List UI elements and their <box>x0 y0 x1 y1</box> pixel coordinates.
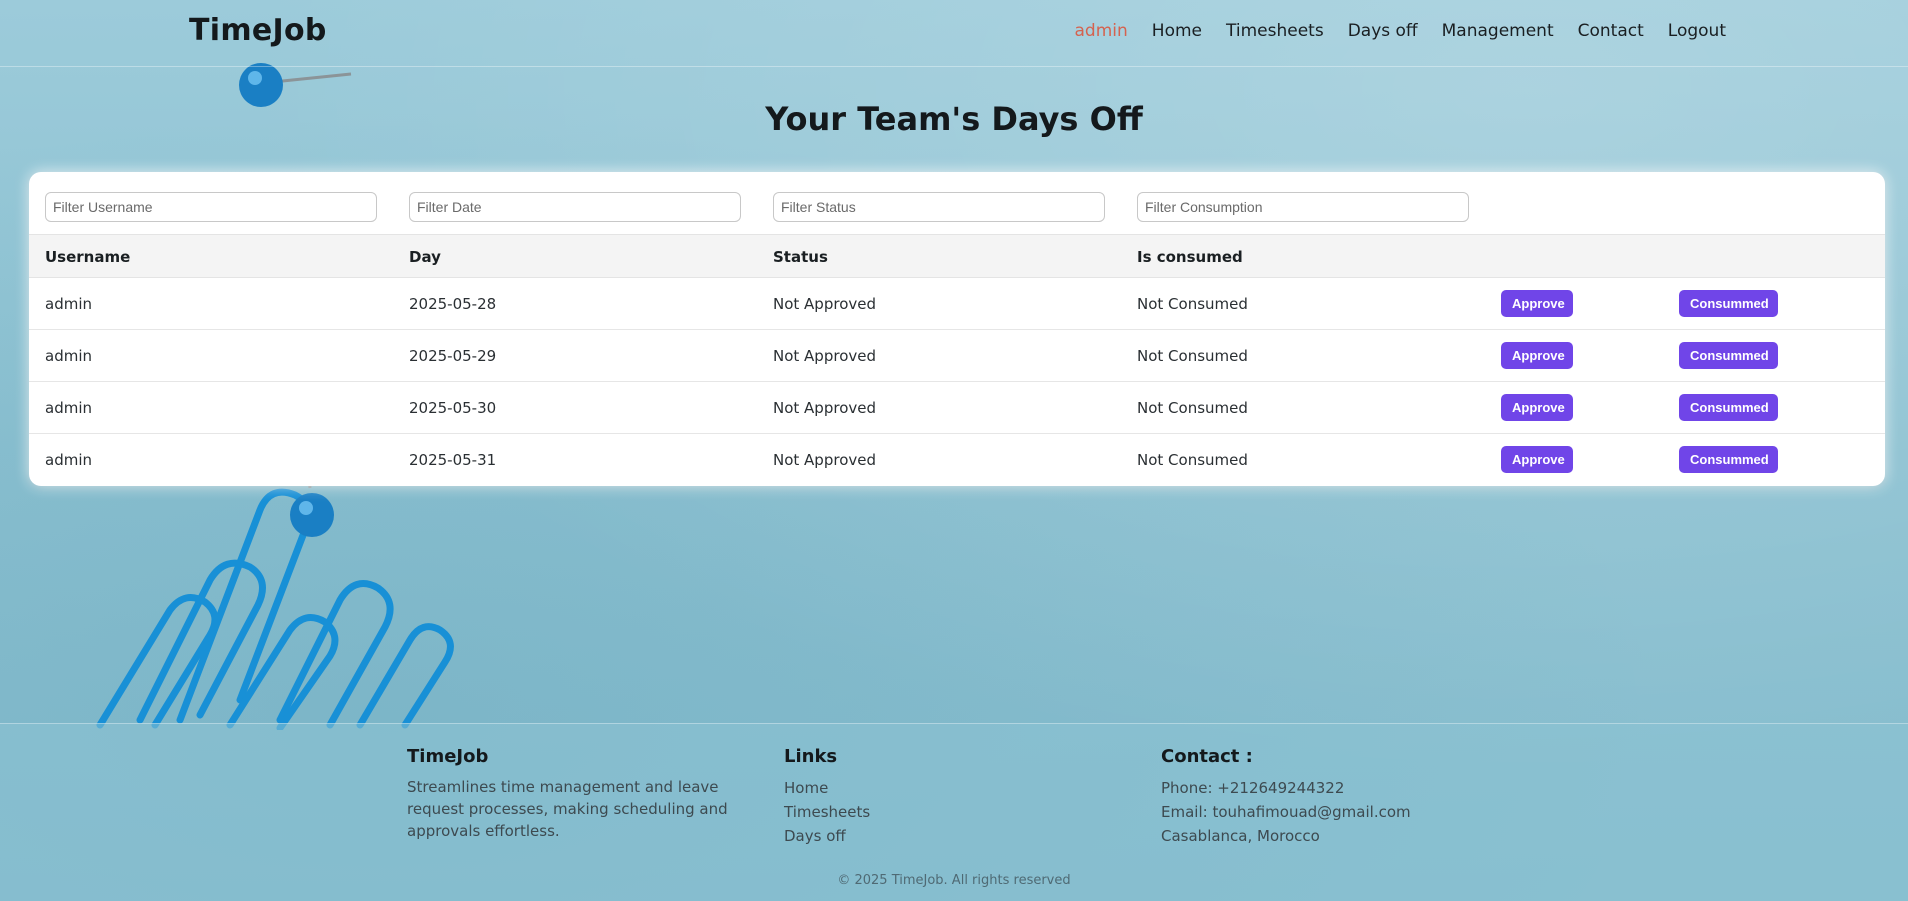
approve-button[interactable]: Approve <box>1501 290 1573 317</box>
column-header-status: Status <box>773 248 828 266</box>
consumed-button[interactable]: Consummed <box>1679 342 1778 369</box>
nav-link-home[interactable]: Home <box>1152 21 1202 41</box>
approve-button[interactable]: Approve <box>1501 446 1573 473</box>
footer-link-timesheets[interactable]: Timesheets <box>784 803 870 821</box>
approve-button[interactable]: Approve <box>1501 342 1573 369</box>
consumed-button[interactable]: Consummed <box>1679 394 1778 421</box>
top-navbar: TimeJob admin Home Timesheets Days off M… <box>0 0 1908 67</box>
footer-links-title: Links <box>784 746 838 767</box>
footer-brand: TimeJob Streamlines time management and … <box>407 746 737 842</box>
nav-link-days-off[interactable]: Days off <box>1348 21 1418 41</box>
cell-status: Not Approved <box>773 399 876 417</box>
nav-link-contact[interactable]: Contact <box>1578 21 1644 41</box>
cell-username: admin <box>45 451 92 469</box>
filter-username-input[interactable] <box>45 192 377 222</box>
nav-link-admin[interactable]: admin <box>1075 21 1128 41</box>
consumed-button[interactable]: Consummed <box>1679 290 1778 317</box>
cell-day: 2025-05-29 <box>409 347 497 365</box>
footer-contact-title: Contact : <box>1161 746 1253 767</box>
cell-status: Not Approved <box>773 295 876 313</box>
cell-status: Not Approved <box>773 451 876 469</box>
column-header-day: Day <box>409 248 441 266</box>
approve-button[interactable]: Approve <box>1501 394 1573 421</box>
filter-status-input[interactable] <box>773 192 1105 222</box>
page-title: Your Team's Days Off <box>765 100 1143 138</box>
table-header: Username Day Status Is consumed <box>29 234 1885 278</box>
column-header-username: Username <box>45 248 131 266</box>
footer-link-home[interactable]: Home <box>784 779 828 797</box>
cell-username: admin <box>45 295 92 313</box>
cell-day: 2025-05-31 <box>409 451 497 469</box>
footer-contact-location: Casablanca, Morocco <box>1161 827 1320 845</box>
footer-contact-phone: Phone: +212649244322 <box>1161 779 1345 797</box>
cell-consumed: Not Consumed <box>1137 347 1248 365</box>
cell-status: Not Approved <box>773 347 876 365</box>
days-off-table: Username Day Status Is consumed admin 20… <box>29 172 1885 486</box>
table-row: admin 2025-05-31 Not Approved Not Consum… <box>29 434 1885 486</box>
footer-brand-title: TimeJob <box>407 746 489 767</box>
copyright-text: © 2025 TimeJob. All rights reserved <box>837 873 1071 888</box>
cell-username: admin <box>45 347 92 365</box>
cell-consumed: Not Consumed <box>1137 451 1248 469</box>
cell-username: admin <box>45 399 92 417</box>
site-footer: TimeJob Streamlines time management and … <box>0 723 1908 901</box>
cell-day: 2025-05-28 <box>409 295 497 313</box>
table-row: admin 2025-05-30 Not Approved Not Consum… <box>29 382 1885 434</box>
main-nav: admin Home Timesheets Days off Managemen… <box>1051 21 1726 41</box>
footer-brand-description: Streamlines time management and leave re… <box>407 778 728 840</box>
consumed-button[interactable]: Consummed <box>1679 446 1778 473</box>
footer-links: Links Home Timesheets Days off <box>784 746 1084 848</box>
cell-consumed: Not Consumed <box>1137 295 1248 313</box>
column-header-is-consumed: Is consumed <box>1137 248 1243 266</box>
filter-consumption-input[interactable] <box>1137 192 1469 222</box>
footer-contact-email: Email: touhafimouad@gmail.com <box>1161 803 1411 821</box>
nav-link-management[interactable]: Management <box>1442 21 1554 41</box>
cell-consumed: Not Consumed <box>1137 399 1248 417</box>
table-row: admin 2025-05-28 Not Approved Not Consum… <box>29 278 1885 330</box>
nav-link-logout[interactable]: Logout <box>1668 21 1726 41</box>
app-logo[interactable]: TimeJob <box>189 13 327 48</box>
nav-link-timesheets[interactable]: Timesheets <box>1226 21 1324 41</box>
filter-date-input[interactable] <box>409 192 741 222</box>
cell-day: 2025-05-30 <box>409 399 497 417</box>
footer-link-days-off[interactable]: Days off <box>784 827 846 845</box>
filter-row <box>29 172 1885 234</box>
footer-contact: Contact : Phone: +212649244322 Email: to… <box>1161 746 1521 848</box>
table-row: admin 2025-05-29 Not Approved Not Consum… <box>29 330 1885 382</box>
